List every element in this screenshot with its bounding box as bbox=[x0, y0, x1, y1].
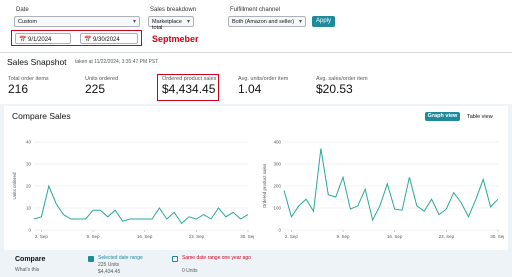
metric-value: 1.04 bbox=[238, 82, 262, 96]
selected-range-checkbox[interactable] bbox=[88, 256, 94, 262]
last-year-checkbox[interactable] bbox=[172, 256, 178, 262]
start-date-value: 9/1/2024 bbox=[28, 37, 52, 43]
last-year-units: 0 Units bbox=[182, 268, 198, 274]
y-tick-label: 200 bbox=[273, 184, 281, 189]
x-tick-label: 9. Sep bbox=[337, 234, 351, 239]
x-tick-label: 16. Sep bbox=[387, 234, 403, 239]
start-date-input[interactable]: 📅 9/1/2024 bbox=[15, 33, 71, 44]
chevron-down-icon: ▾ bbox=[132, 19, 136, 25]
y-tick-label: 100 bbox=[273, 206, 281, 211]
metric-total-order-items: Total order items 216 bbox=[8, 76, 49, 96]
annotation-note: Septmeber bbox=[152, 34, 199, 44]
metric-avg-units: Avg. units/order item 1.04 bbox=[238, 76, 288, 96]
metric-avg-sales: Avg. sales/order item $20.53 bbox=[316, 76, 368, 96]
x-tick-label: 23. Sep bbox=[439, 234, 455, 239]
y-tick-label: 0 bbox=[278, 228, 281, 233]
whats-this-link[interactable]: What's this bbox=[15, 267, 39, 273]
divider bbox=[0, 52, 512, 53]
x-tick-label: 2. Sep bbox=[285, 234, 299, 239]
chevron-down-icon: ▾ bbox=[298, 19, 302, 25]
end-date-input[interactable]: 📅 9/30/2024 bbox=[80, 33, 138, 44]
y-tick-label: 30 bbox=[26, 162, 32, 167]
date-range-select[interactable]: Custom ▾ bbox=[14, 16, 140, 27]
x-tick-label: 30. Sep bbox=[240, 234, 254, 239]
series-line bbox=[33, 184, 249, 225]
y-tick-label: 10 bbox=[26, 206, 32, 211]
metric-ordered-product-sales: Ordered product sales $4,434.45 bbox=[162, 76, 216, 96]
x-tick-label: 30. Sep bbox=[490, 234, 504, 239]
x-tick-label: 16. Sep bbox=[137, 234, 153, 239]
series-line bbox=[283, 148, 499, 222]
sales-breakdown-select[interactable]: Marketplace total ▾ bbox=[148, 16, 194, 31]
y-tick-label: 400 bbox=[273, 140, 281, 145]
selected-range-label: Selected date range bbox=[98, 255, 143, 261]
metric-units-ordered: Units ordered 225 bbox=[85, 76, 118, 96]
apply-button[interactable]: Apply bbox=[312, 16, 335, 27]
x-tick-label: 23. Sep bbox=[189, 234, 205, 239]
fulfillment-label: Fulfillment channel bbox=[230, 7, 281, 13]
selected-range-units: 225 Units bbox=[98, 262, 120, 268]
ordered-sales-chart: 0 100 200 300 400 2. Sep 9. Sep 16. Sep 23. Sep 3… bbox=[262, 140, 504, 240]
x-tick-label: 9. Sep bbox=[87, 234, 101, 239]
graph-view-button[interactable]: Graph view bbox=[425, 112, 460, 121]
compare-sales-title: Compare Sales bbox=[12, 111, 71, 121]
metric-value: $20.53 bbox=[316, 82, 353, 96]
y-tick-label: 0 bbox=[28, 228, 31, 233]
metric-value: 225 bbox=[85, 82, 106, 96]
chevron-down-icon: ▾ bbox=[186, 19, 190, 25]
sales-breakdown-value: Marketplace total bbox=[152, 19, 182, 31]
units-ordered-chart: 0 10 20 30 40 2. Sep 9. Sep 16. Sep 23. Sep 30. S… bbox=[12, 140, 254, 240]
end-date-value: 9/30/2024 bbox=[93, 37, 120, 43]
metric-value: 216 bbox=[8, 82, 29, 96]
calendar-icon: 📅 bbox=[19, 37, 27, 43]
sales-breakdown-label: Sales breakdown bbox=[150, 7, 197, 13]
last-year-label: Same date range one year ago bbox=[182, 255, 251, 261]
date-label: Date bbox=[16, 7, 29, 13]
date-range-value: Custom bbox=[18, 19, 37, 25]
y-tick-label: 20 bbox=[26, 184, 32, 189]
calendar-icon: 📅 bbox=[84, 37, 92, 43]
metric-value: $4,434.45 bbox=[162, 82, 216, 96]
snapshot-timestamp: taken at 11/22/2024, 3:35:47 PM PST bbox=[75, 59, 159, 65]
y-tick-label: 40 bbox=[26, 140, 32, 145]
compare-title: Compare bbox=[15, 256, 46, 263]
table-view-button[interactable]: Table view bbox=[467, 114, 493, 120]
y-axis-label: Units ordered bbox=[12, 172, 17, 200]
y-axis-label: Ordered product sales bbox=[262, 163, 267, 208]
x-tick-label: 2. Sep bbox=[35, 234, 49, 239]
snapshot-title: Sales Snapshot bbox=[7, 57, 67, 67]
fulfillment-value: Both (Amazon and seller) bbox=[232, 19, 295, 25]
fulfillment-select[interactable]: Both (Amazon and seller) ▾ bbox=[228, 16, 306, 27]
y-tick-label: 300 bbox=[273, 162, 281, 167]
selected-range-sales: $4,434.45 bbox=[98, 269, 121, 275]
